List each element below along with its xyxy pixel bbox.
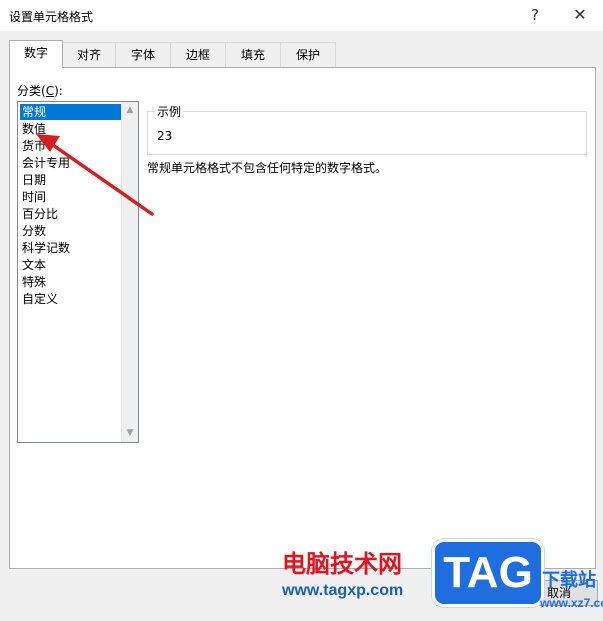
tab-strip: 数字 对齐 字体 边框 填充 保护 [9,40,599,68]
category-item-date[interactable]: 日期 [20,172,48,188]
watermark-url: www.tagxp.com [282,582,404,599]
category-item-scientific[interactable]: 科学记数 [20,240,72,256]
close-button[interactable]: ✕ [567,4,593,26]
scroll-down-icon[interactable]: ▼ [122,425,138,441]
tab-fill[interactable]: 填充 [225,42,281,67]
listbox-scrollbar[interactable]: ▲ ▼ [121,102,138,442]
tab-number[interactable]: 数字 [9,40,63,68]
category-label: 分类(C): [17,84,63,98]
category-item-general[interactable]: 常规 [20,104,122,120]
watermark-site-name: 电脑技术网 [282,550,402,578]
category-item-fraction[interactable]: 分数 [20,223,48,239]
title-bar: 设置单元格格式 ? ✕ [0,0,603,31]
category-listbox[interactable]: 常规 数值 货币 会计专用 日期 时间 百分比 分数 科学记数 文本 特殊 自定… [17,101,139,443]
tab-alignment[interactable]: 对齐 [62,42,116,67]
help-button[interactable]: ? [522,4,548,26]
category-item-custom[interactable]: 自定义 [20,291,60,307]
category-item-text[interactable]: 文本 [20,257,48,273]
category-item-special[interactable]: 特殊 [20,274,48,290]
number-tab-panel: 分类(C): 常规 数值 货币 会计专用 日期 时间 百分比 分数 科学记数 文… [9,67,596,569]
sample-value: 23 [157,129,173,143]
watermark-url-2: www.xz7.com [540,596,603,610]
category-item-accounting[interactable]: 会计专用 [20,155,72,171]
category-item-time[interactable]: 时间 [20,189,48,205]
tab-font[interactable]: 字体 [115,42,171,67]
dialog-title: 设置单元格格式 [9,10,94,24]
category-item-percentage[interactable]: 百分比 [20,206,60,222]
sample-legend: 示例 [155,103,184,120]
watermark-tag-logo: TAG [432,539,544,607]
format-cells-dialog: 设置单元格格式 ? ✕ 数字 对齐 字体 边框 填充 保护 分类(C): 常规 … [0,0,603,621]
sample-groupbox: 示例 23 [147,103,587,155]
watermark-download-text: 下载站 [542,570,596,591]
format-description: 常规单元格格式不包含任何特定的数字格式。 [147,161,388,175]
tab-border[interactable]: 边框 [170,42,226,67]
category-item-number[interactable]: 数值 [20,121,48,137]
tab-protection[interactable]: 保护 [280,42,336,67]
category-item-currency[interactable]: 货币 [20,138,48,154]
scroll-up-icon[interactable]: ▲ [122,102,138,118]
